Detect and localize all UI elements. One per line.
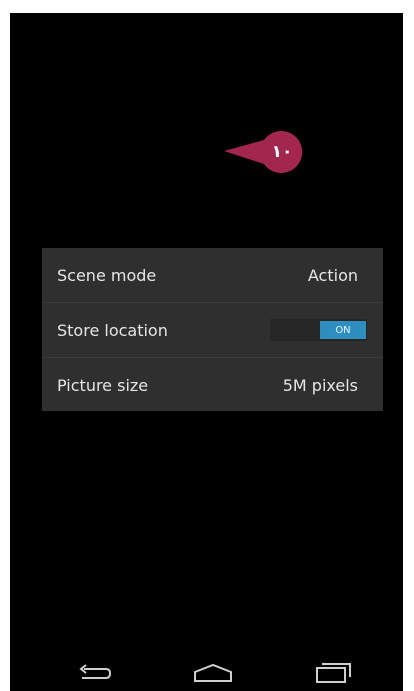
phone-screen: ١٠ Scene mode Action Store location ON P… xyxy=(10,13,403,691)
recent-apps-button[interactable] xyxy=(310,659,354,687)
picture-size-label: Picture size xyxy=(57,375,149,395)
recent-apps-icon xyxy=(316,663,351,683)
scene-mode-label: Scene mode xyxy=(57,265,157,285)
navigation-bar xyxy=(10,653,403,691)
toggle-on-state: ON xyxy=(320,321,366,339)
setting-row-store-location[interactable]: Store location ON xyxy=(42,303,383,358)
store-location-label: Store location xyxy=(57,320,168,340)
picture-size-value: 5M pixels xyxy=(282,375,358,395)
home-icon xyxy=(194,663,232,682)
callout-number: ١٠ xyxy=(271,142,293,162)
camera-settings-panel: Scene mode Action Store location ON Pict… xyxy=(42,248,383,411)
setting-row-scene-mode[interactable]: Scene mode Action xyxy=(42,248,383,303)
back-button[interactable] xyxy=(72,659,116,687)
setting-row-picture-size[interactable]: Picture size 5M pixels xyxy=(42,358,383,412)
store-location-toggle[interactable]: ON xyxy=(270,319,367,341)
scene-mode-value: Action xyxy=(307,265,358,285)
step-callout-badge: ١٠ xyxy=(222,131,304,173)
home-button[interactable] xyxy=(191,659,235,687)
back-icon xyxy=(79,664,112,679)
